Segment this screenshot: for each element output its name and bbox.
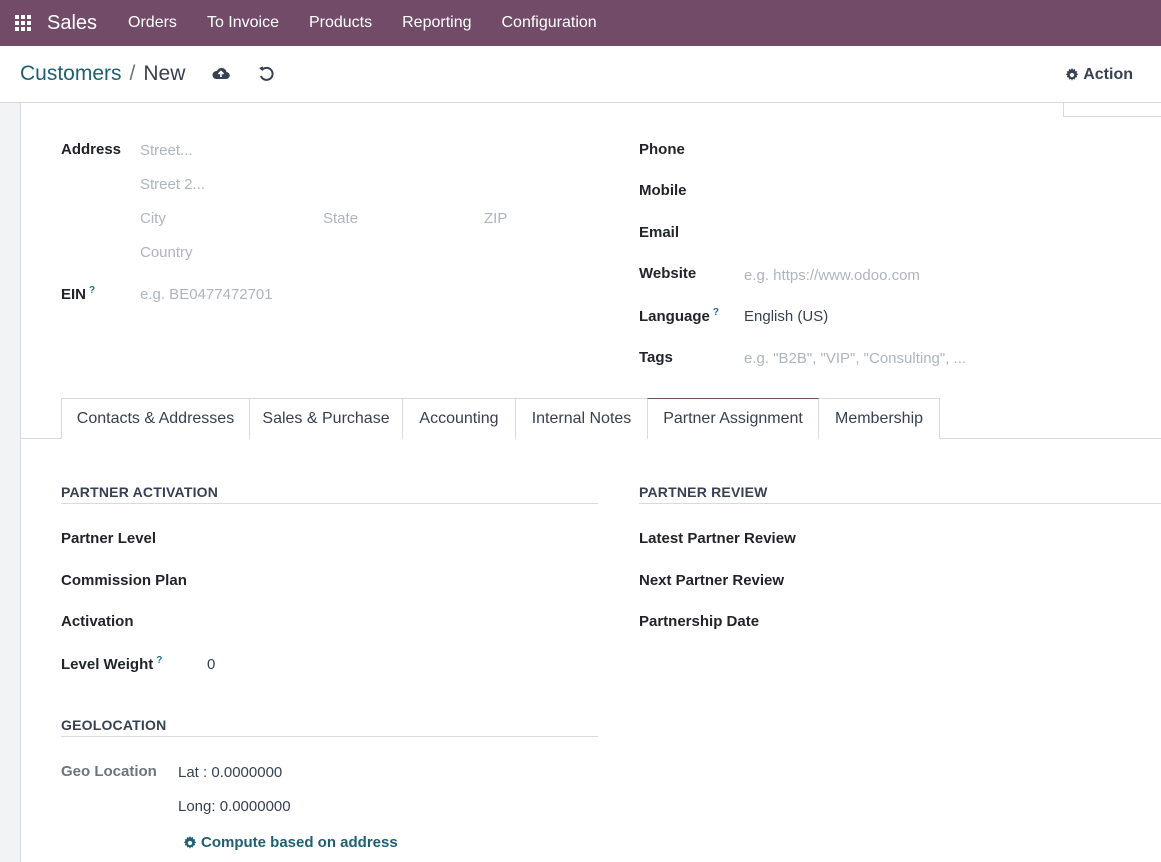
tab-contacts-addresses[interactable]: Contacts & Addresses [61, 398, 250, 439]
latitude-value: Lat : 0.0000000 [178, 764, 283, 781]
breadcrumb: Customers / New [20, 62, 185, 86]
tab-sales-purchase[interactable]: Sales & Purchase [249, 398, 403, 439]
next-partner-review-label: Next Partner Review [639, 572, 785, 589]
mobile-label: Mobile [639, 182, 687, 199]
breadcrumb-separator: / [129, 62, 136, 85]
tab-membership[interactable]: Membership [818, 398, 940, 439]
compute-based-on-address-button[interactable]: Compute based on address [183, 834, 398, 851]
phone-label: Phone [639, 141, 685, 158]
sheet-left-gutter [0, 103, 21, 862]
geolocation-title: GEOLOCATION [61, 717, 167, 733]
language-label: Language? [639, 307, 719, 325]
state-input[interactable]: State [323, 210, 358, 227]
address-label: Address [61, 141, 122, 158]
latest-partner-review-label: Latest Partner Review [639, 530, 796, 547]
menu-configuration[interactable]: Configuration [487, 0, 612, 46]
language-help-icon[interactable]: ? [713, 307, 719, 318]
ein-help-icon[interactable]: ? [89, 285, 95, 296]
sheet-corner-box [1063, 103, 1161, 117]
partnership-date-label: Partnership Date [639, 613, 760, 630]
ein-label: EIN? [61, 285, 95, 303]
tags-label: Tags [639, 349, 673, 366]
menu-products[interactable]: Products [294, 0, 387, 46]
partner-review-divider [639, 503, 1161, 504]
breadcrumb-customers[interactable]: Customers [20, 62, 122, 86]
menu-to-invoice[interactable]: To Invoice [192, 0, 294, 46]
compute-label: Compute based on address [201, 834, 398, 851]
partner-level-label: Partner Level [61, 530, 157, 547]
level-weight-label-text: Level Weight [61, 656, 154, 673]
action-label: Action [1083, 66, 1133, 83]
tab-accounting[interactable]: Accounting [402, 398, 516, 439]
language-label-text: Language [639, 308, 710, 325]
tab-internal-notes[interactable]: Internal Notes [515, 398, 648, 439]
app-name[interactable]: Sales [47, 12, 97, 35]
gear-icon [183, 835, 197, 849]
partner-review-title: PARTNER REVIEW [639, 484, 768, 500]
ein-label-text: EIN [61, 286, 87, 303]
country-input[interactable]: Country [140, 244, 193, 261]
email-label: Email [639, 224, 680, 241]
language-select[interactable]: English (US) [744, 308, 828, 325]
city-input[interactable]: City [140, 210, 166, 227]
tags-input[interactable]: e.g. "B2B", "VIP", "Consulting", ... [744, 350, 966, 367]
menu-reporting[interactable]: Reporting [387, 0, 486, 46]
menu-orders[interactable]: Orders [113, 0, 192, 46]
breadcrumb-current: New [143, 62, 186, 85]
top-navbar: Sales Orders To Invoice Products Reporti… [0, 0, 1161, 46]
longitude-value: Long: 0.0000000 [178, 798, 291, 815]
website-input[interactable]: e.g. https://www.odoo.com [744, 267, 920, 284]
partner-activation-divider [61, 503, 598, 504]
apps-menu-icon[interactable] [0, 0, 46, 46]
partner-activation-title: PARTNER ACTIVATION [61, 484, 219, 500]
tab-partner-assignment[interactable]: Partner Assignment [647, 398, 819, 439]
level-weight-help-icon[interactable]: ? [156, 655, 162, 666]
street2-input[interactable]: Street 2... [140, 176, 205, 193]
geo-location-label: Geo Location [61, 763, 157, 780]
level-weight-input[interactable]: 0 [207, 656, 215, 673]
zip-input[interactable]: ZIP [484, 210, 507, 227]
level-weight-label: Level Weight? [61, 655, 162, 673]
activation-label: Activation [61, 613, 134, 630]
ein-input[interactable]: e.g. BE0477472701 [140, 286, 273, 303]
discard-undo-icon[interactable] [256, 64, 276, 84]
gear-icon [1065, 68, 1079, 81]
geolocation-divider [61, 736, 598, 737]
commission-plan-label: Commission Plan [61, 572, 187, 589]
website-label: Website [639, 265, 697, 282]
street-input[interactable]: Street... [140, 142, 193, 159]
action-button[interactable]: Action [1065, 66, 1133, 84]
control-panel: Customers / New Action [0, 46, 1161, 103]
save-cloud-icon[interactable] [211, 64, 231, 84]
